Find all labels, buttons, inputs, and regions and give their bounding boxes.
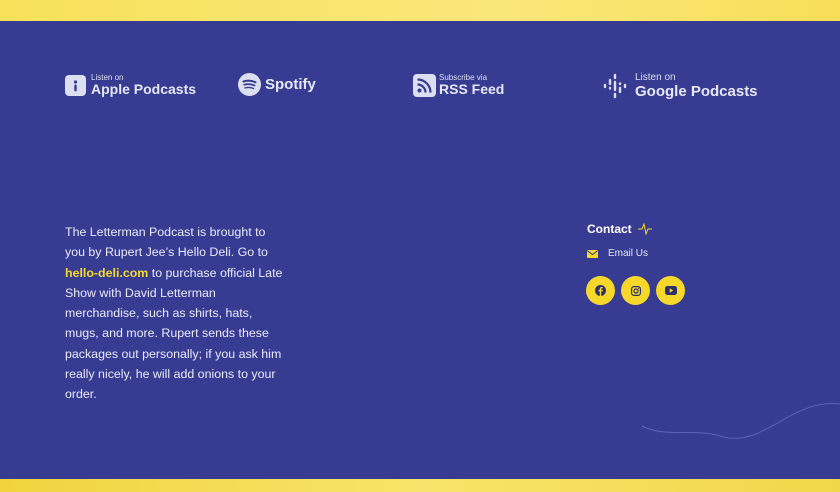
facebook-button[interactable] <box>586 276 615 305</box>
instagram-button[interactable] <box>621 276 650 305</box>
email-us-label: Email Us <box>608 248 649 259</box>
spotify-link[interactable]: Spotify <box>238 73 316 96</box>
spotify-label: Spotify <box>265 76 316 93</box>
youtube-button[interactable] <box>656 276 685 305</box>
envelope-icon <box>587 249 598 258</box>
apple-podcasts-link[interactable]: Listen on Apple Podcasts <box>65 73 196 97</box>
google-podcasts-link[interactable]: Listen on Google Podcasts <box>602 72 758 100</box>
google-podcasts-icon <box>602 73 628 99</box>
about-text-after: to purchase official Late Show with Davi… <box>65 265 283 402</box>
email-us-link[interactable]: Email Us <box>587 248 648 259</box>
decorative-swoosh <box>641 403 840 439</box>
top-accent-bar <box>0 0 840 21</box>
spotify-icon <box>238 73 261 96</box>
contact-title: Contact <box>587 222 632 236</box>
rss-feed-link[interactable]: Subscribe via RSS Feed <box>413 73 504 97</box>
apple-podcasts-icon <box>65 74 86 96</box>
rss-feed-label: RSS Feed <box>439 81 505 97</box>
pulse-icon <box>637 223 652 235</box>
facebook-icon <box>595 285 606 296</box>
instagram-icon <box>630 285 641 296</box>
youtube-icon <box>664 286 677 295</box>
rss-icon <box>413 73 436 97</box>
apple-podcasts-label: Apple Podcasts <box>91 81 197 97</box>
google-podcasts-label: Google Podcasts <box>635 83 758 100</box>
bottom-accent-bar <box>0 479 840 492</box>
hello-deli-link[interactable]: hello-deli.com <box>65 266 148 280</box>
about-text: The Letterman Podcast is brought to you … <box>65 222 285 405</box>
contact-heading: Contact <box>587 222 652 236</box>
google-listen-on: Listen on <box>635 72 676 83</box>
about-text-before: The Letterman Podcast is brought to you … <box>65 225 268 260</box>
